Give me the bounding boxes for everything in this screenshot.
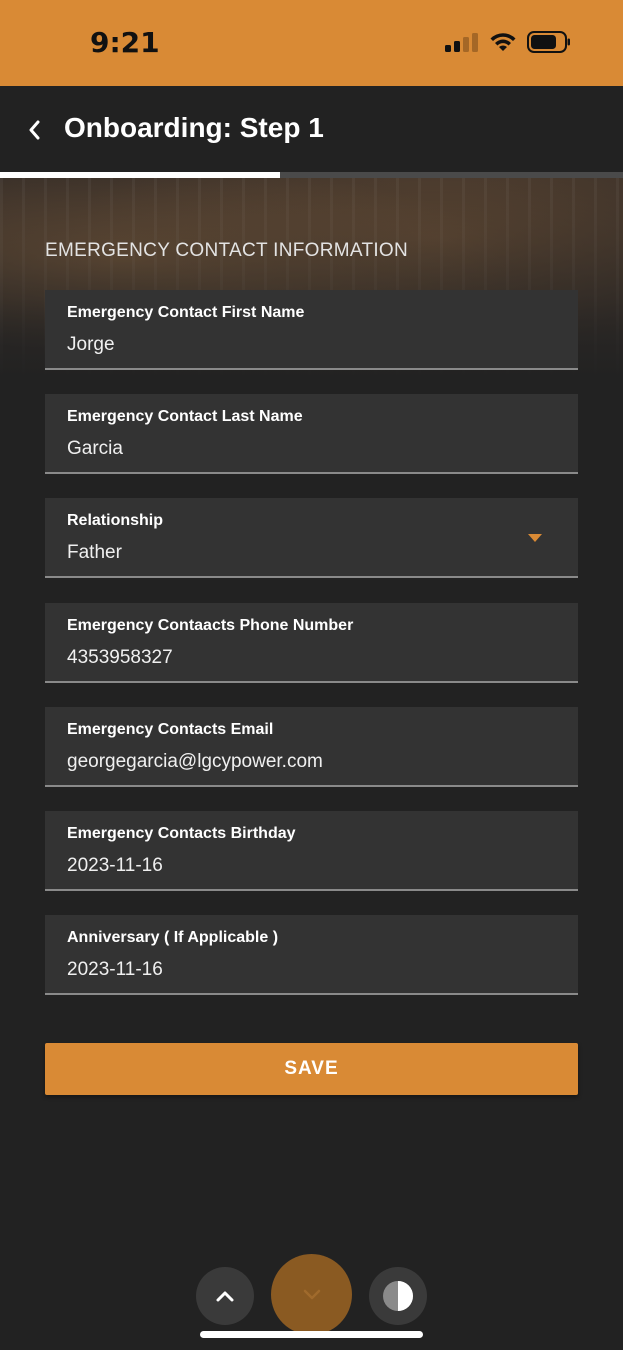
field-value[interactable]: 2023-11-16 xyxy=(67,959,163,981)
home-indicator xyxy=(200,1331,423,1338)
field-label: Emergency Contacts Birthday xyxy=(67,825,296,842)
field-value[interactable]: 4353958327 xyxy=(67,647,173,669)
save-button[interactable]: SAVE xyxy=(45,1043,578,1095)
status-icons xyxy=(445,30,571,54)
field-label: Emergency Contact Last Name xyxy=(67,408,303,425)
wifi-icon xyxy=(490,33,516,51)
theme-toggle-button[interactable] xyxy=(369,1267,427,1325)
app-header: Onboarding: Step 1 xyxy=(0,86,623,174)
field-label: Emergency Contacts Email xyxy=(67,721,274,738)
field-label: Emergency Contaacts Phone Number xyxy=(67,617,354,634)
field-value[interactable]: Father xyxy=(67,542,122,564)
back-button[interactable] xyxy=(20,114,50,146)
page-title: Onboarding: Step 1 xyxy=(64,112,324,143)
dropdown-caret-icon[interactable] xyxy=(528,534,542,542)
section-title: EMERGENCY CONTACT INFORMATION xyxy=(45,240,409,261)
birthday-field[interactable]: Emergency Contacts Birthday 2023-11-16 xyxy=(45,811,578,891)
anniversary-field[interactable]: Anniversary ( If Applicable ) 2023-11-16 xyxy=(45,915,578,995)
chevron-left-icon xyxy=(29,120,40,140)
chevron-up-icon xyxy=(216,1291,234,1302)
field-value[interactable]: 2023-11-16 xyxy=(67,855,163,877)
status-bar: 9:21 xyxy=(0,0,623,86)
battery-icon xyxy=(527,31,570,53)
email-field[interactable]: Emergency Contacts Email georgegarcia@lg… xyxy=(45,707,578,787)
field-label: Relationship xyxy=(67,512,164,529)
field-label: Emergency Contact First Name xyxy=(67,304,305,321)
field-value[interactable]: Jorge xyxy=(67,334,115,356)
phone-number-field[interactable]: Emergency Contaacts Phone Number 4353958… xyxy=(45,603,578,683)
first-name-field[interactable]: Emergency Contact First Name Jorge xyxy=(45,290,578,370)
half-circle-contrast-icon xyxy=(383,1281,413,1311)
field-value[interactable]: georgegarcia@lgcypower.com xyxy=(67,751,323,773)
last-name-field[interactable]: Emergency Contact Last Name Garcia xyxy=(45,394,578,474)
chevron-down-icon xyxy=(303,1289,320,1299)
relationship-select[interactable]: Relationship Father xyxy=(45,498,578,578)
field-label: Anniversary ( If Applicable ) xyxy=(67,929,279,946)
scroll-down-button[interactable] xyxy=(271,1254,352,1335)
cellular-signal-icon xyxy=(445,33,478,52)
field-value[interactable]: Garcia xyxy=(67,438,123,460)
scroll-up-button[interactable] xyxy=(196,1267,254,1325)
status-time: 9:21 xyxy=(90,26,160,59)
